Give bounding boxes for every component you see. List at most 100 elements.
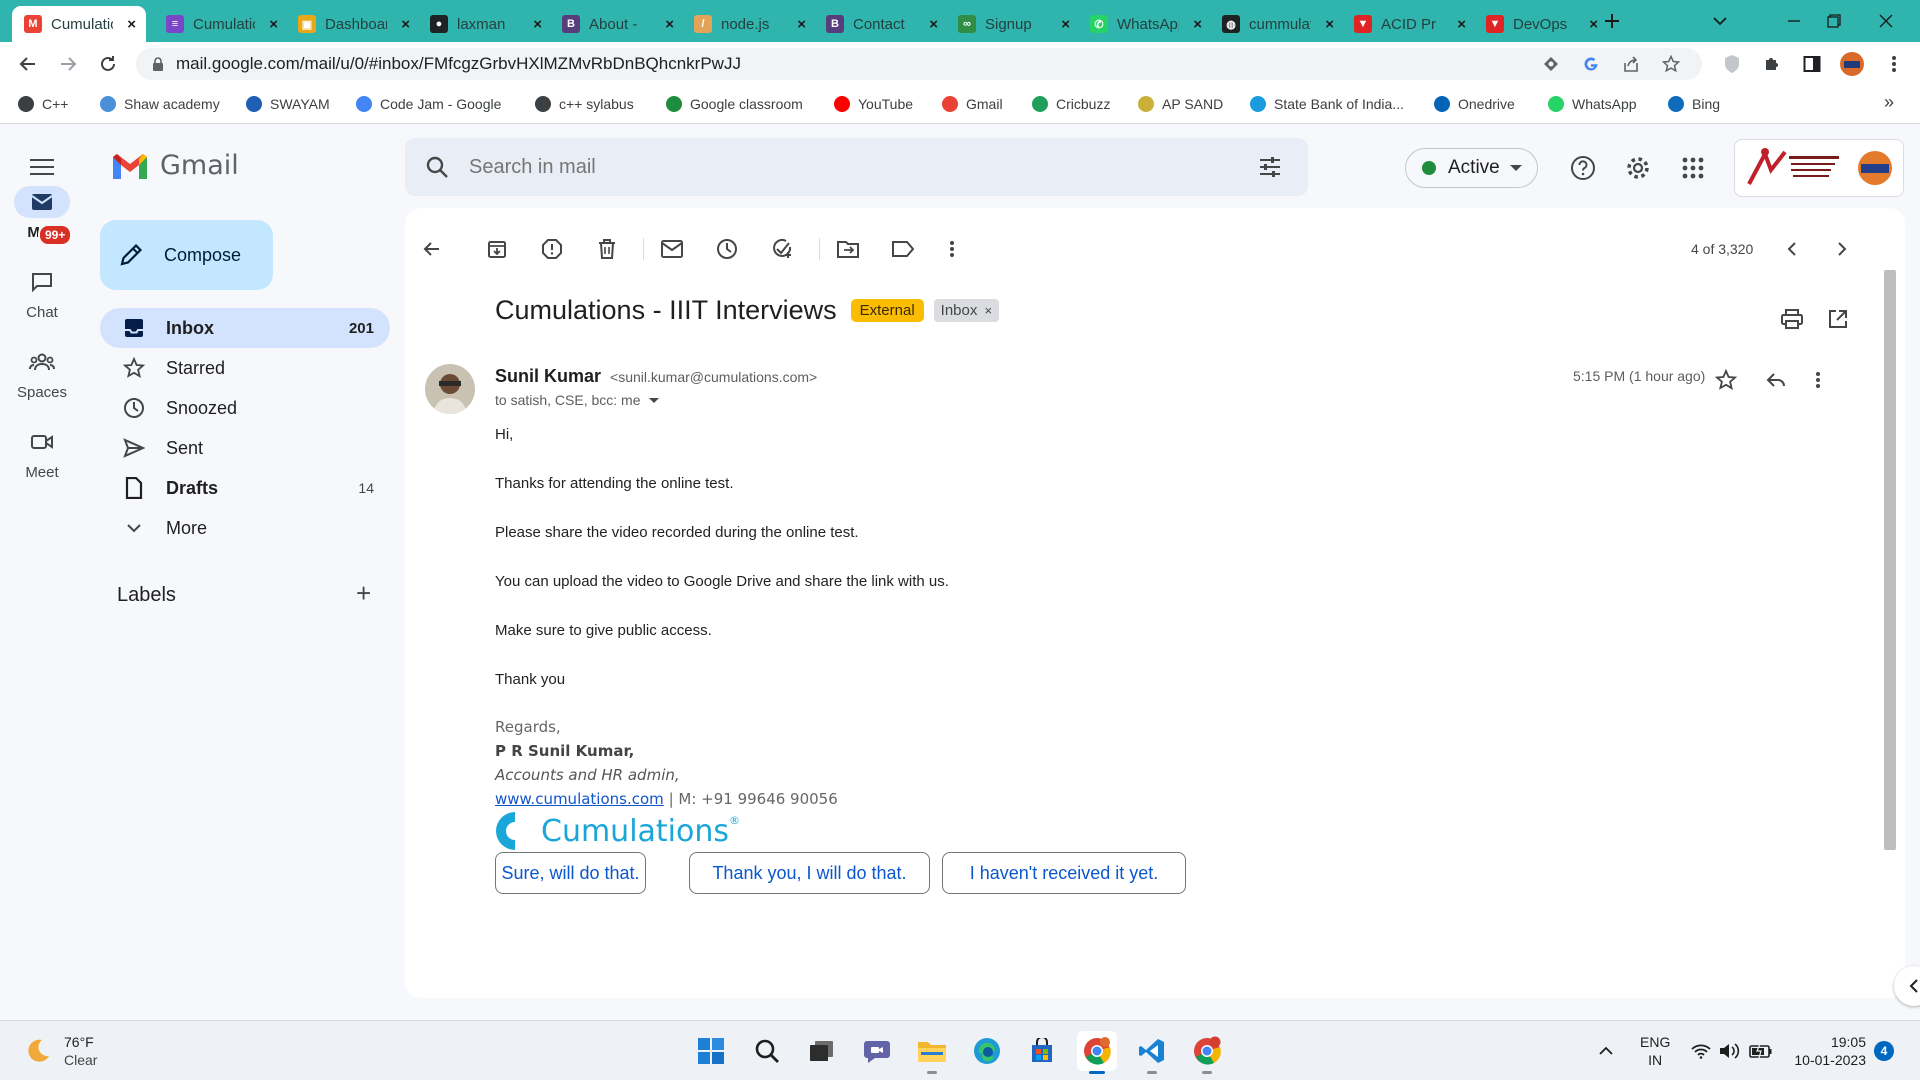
bookmark-item[interactable]: YouTube — [834, 96, 913, 112]
delete-icon[interactable] — [592, 234, 622, 264]
sender-avatar[interactable] — [425, 364, 475, 414]
back-to-inbox-icon[interactable] — [417, 234, 447, 264]
inbox-label-chip[interactable]: Inbox × — [933, 299, 1000, 322]
message-more-icon[interactable] — [1803, 365, 1833, 395]
bookmark-item[interactable]: Gmail — [942, 96, 1003, 112]
more-options-icon[interactable] — [937, 234, 967, 264]
profile-avatar-icon[interactable] — [1838, 50, 1866, 78]
bookmark-item[interactable]: C++ — [18, 96, 68, 112]
search-options-icon[interactable] — [1258, 155, 1282, 179]
scrollbar[interactable] — [1884, 270, 1896, 850]
account-logo[interactable] — [1734, 139, 1904, 197]
wifi-icon[interactable] — [1690, 1031, 1712, 1071]
minimize-icon[interactable] — [1774, 6, 1814, 36]
sender-name[interactable]: Sunil Kumar — [495, 366, 601, 386]
browser-tab[interactable]: B About - × — [550, 6, 684, 42]
back-icon[interactable] — [14, 50, 42, 78]
settings-gear-icon[interactable] — [1623, 153, 1653, 183]
browser-tab[interactable]: M Cumulations - IIIT × — [12, 6, 146, 42]
search-input[interactable] — [469, 155, 1169, 179]
url-text[interactable]: mail.google.com/mail/u/0/#inbox/FMfcgzGr… — [176, 54, 741, 74]
help-icon[interactable] — [1568, 153, 1598, 183]
browser-tab[interactable]: ▣ Dashboard × — [286, 6, 420, 42]
search-icon[interactable] — [425, 155, 449, 179]
create-label-icon[interactable]: + — [356, 580, 371, 606]
browser-tab[interactable]: ≡ Cumulations × — [154, 6, 288, 42]
close-tab-icon[interactable]: × — [1457, 16, 1466, 33]
teams-chat-icon[interactable] — [857, 1031, 897, 1071]
nav-inbox[interactable]: Inbox 201 — [100, 308, 390, 348]
bookmark-item[interactable]: State Bank of India... — [1250, 96, 1404, 112]
close-tab-icon[interactable]: × — [1193, 16, 1202, 33]
show-hidden-icons-chevron[interactable] — [1592, 1031, 1620, 1071]
chrome-profile-icon[interactable] — [1187, 1031, 1227, 1074]
browser-tab[interactable]: ● laxman × — [418, 6, 552, 42]
browser-tab[interactable]: ◍ cummulations × — [1210, 6, 1344, 42]
open-new-window-icon[interactable] — [1823, 304, 1853, 334]
bookmarks-overflow-icon[interactable]: » — [1884, 92, 1894, 113]
bookmark-item[interactable]: Onedrive — [1434, 96, 1515, 112]
label-icon[interactable] — [888, 234, 918, 264]
task-view-icon[interactable] — [802, 1031, 842, 1071]
reload-icon[interactable] — [94, 50, 122, 78]
chrome-taskbar-icon[interactable] — [1077, 1031, 1117, 1074]
browser-tab[interactable]: ∞ Signup × — [946, 6, 1080, 42]
reply-icon[interactable] — [1761, 365, 1791, 395]
signature-website-link[interactable]: www.cumulations.com — [495, 790, 664, 808]
gmail-logo[interactable]: Gmail — [110, 150, 239, 181]
star-message-icon[interactable] — [1711, 365, 1741, 395]
notification-badge[interactable]: 4 — [1874, 1041, 1894, 1061]
show-details-icon[interactable] — [648, 397, 659, 403]
bookmark-item[interactable]: Google classroom — [666, 96, 803, 112]
bookmark-item[interactable]: Cricbuzz — [1032, 96, 1110, 112]
close-tab-icon[interactable]: × — [665, 16, 674, 33]
status-dropdown[interactable]: Active — [1405, 148, 1538, 188]
archive-icon[interactable] — [482, 234, 512, 264]
nav-starred[interactable]: Starred — [100, 348, 390, 388]
close-tab-icon[interactable]: × — [929, 16, 938, 33]
rail-spaces[interactable]: Spaces — [0, 346, 84, 401]
rail-meet[interactable]: Meet — [0, 426, 84, 481]
tab-search-icon[interactable] — [1700, 6, 1740, 36]
browser-tab[interactable]: B Contact × — [814, 6, 948, 42]
close-window-icon[interactable] — [1866, 6, 1906, 36]
close-tab-icon[interactable]: × — [1061, 16, 1070, 33]
main-menu-icon[interactable] — [26, 154, 58, 180]
smart-reply-button[interactable]: Thank you, I will do that. — [689, 852, 930, 894]
nav-sent[interactable]: Sent — [100, 428, 390, 468]
volume-icon[interactable] — [1718, 1031, 1742, 1071]
forward-icon[interactable] — [54, 50, 82, 78]
lock-icon[interactable] — [152, 57, 164, 71]
share-icon[interactable] — [1620, 53, 1642, 75]
taskbar-search-icon[interactable] — [747, 1031, 787, 1071]
bookmark-item[interactable]: c++ sylabus — [535, 96, 634, 112]
print-icon[interactable] — [1777, 304, 1807, 334]
omnibox[interactable]: mail.google.com/mail/u/0/#inbox/FMfcgzGr… — [136, 48, 1702, 80]
language-indicator[interactable]: ENG IN — [1640, 1033, 1670, 1069]
nav-drafts[interactable]: Drafts 14 — [100, 468, 390, 508]
battery-icon[interactable] — [1748, 1031, 1774, 1071]
close-tab-icon[interactable]: × — [127, 16, 136, 33]
smart-reply-button[interactable]: Sure, will do that. — [495, 852, 646, 894]
recipients-line[interactable]: to satish, CSE, bcc: me — [495, 392, 659, 408]
report-spam-icon[interactable] — [537, 234, 567, 264]
snooze-icon[interactable] — [712, 234, 742, 264]
close-tab-icon[interactable]: × — [269, 16, 278, 33]
system-clock[interactable]: 19:05 10-01-2023 — [1786, 1033, 1866, 1069]
extension-shield-icon[interactable] — [1718, 50, 1746, 78]
close-tab-icon[interactable]: × — [1325, 16, 1334, 33]
compose-button[interactable]: Compose — [100, 220, 273, 290]
google-lens-icon[interactable] — [1580, 53, 1602, 75]
bookmark-star-icon[interactable] — [1660, 53, 1682, 75]
microsoft-store-icon[interactable] — [1022, 1031, 1062, 1071]
search-bar[interactable] — [405, 138, 1308, 196]
browser-tab[interactable]: ▼ DevOps × — [1474, 6, 1608, 42]
weather-widget[interactable]: 76°F Clear — [24, 1033, 97, 1069]
rail-chat[interactable]: Chat — [0, 266, 84, 321]
older-message-icon[interactable] — [1827, 234, 1857, 264]
bookmark-item[interactable]: Code Jam - Google — [356, 96, 501, 112]
nav-snoozed[interactable]: Snoozed — [100, 388, 390, 428]
close-tab-icon[interactable]: × — [797, 16, 806, 33]
browser-tab[interactable]: / node.js × — [682, 6, 816, 42]
add-to-tasks-icon[interactable] — [767, 234, 797, 264]
